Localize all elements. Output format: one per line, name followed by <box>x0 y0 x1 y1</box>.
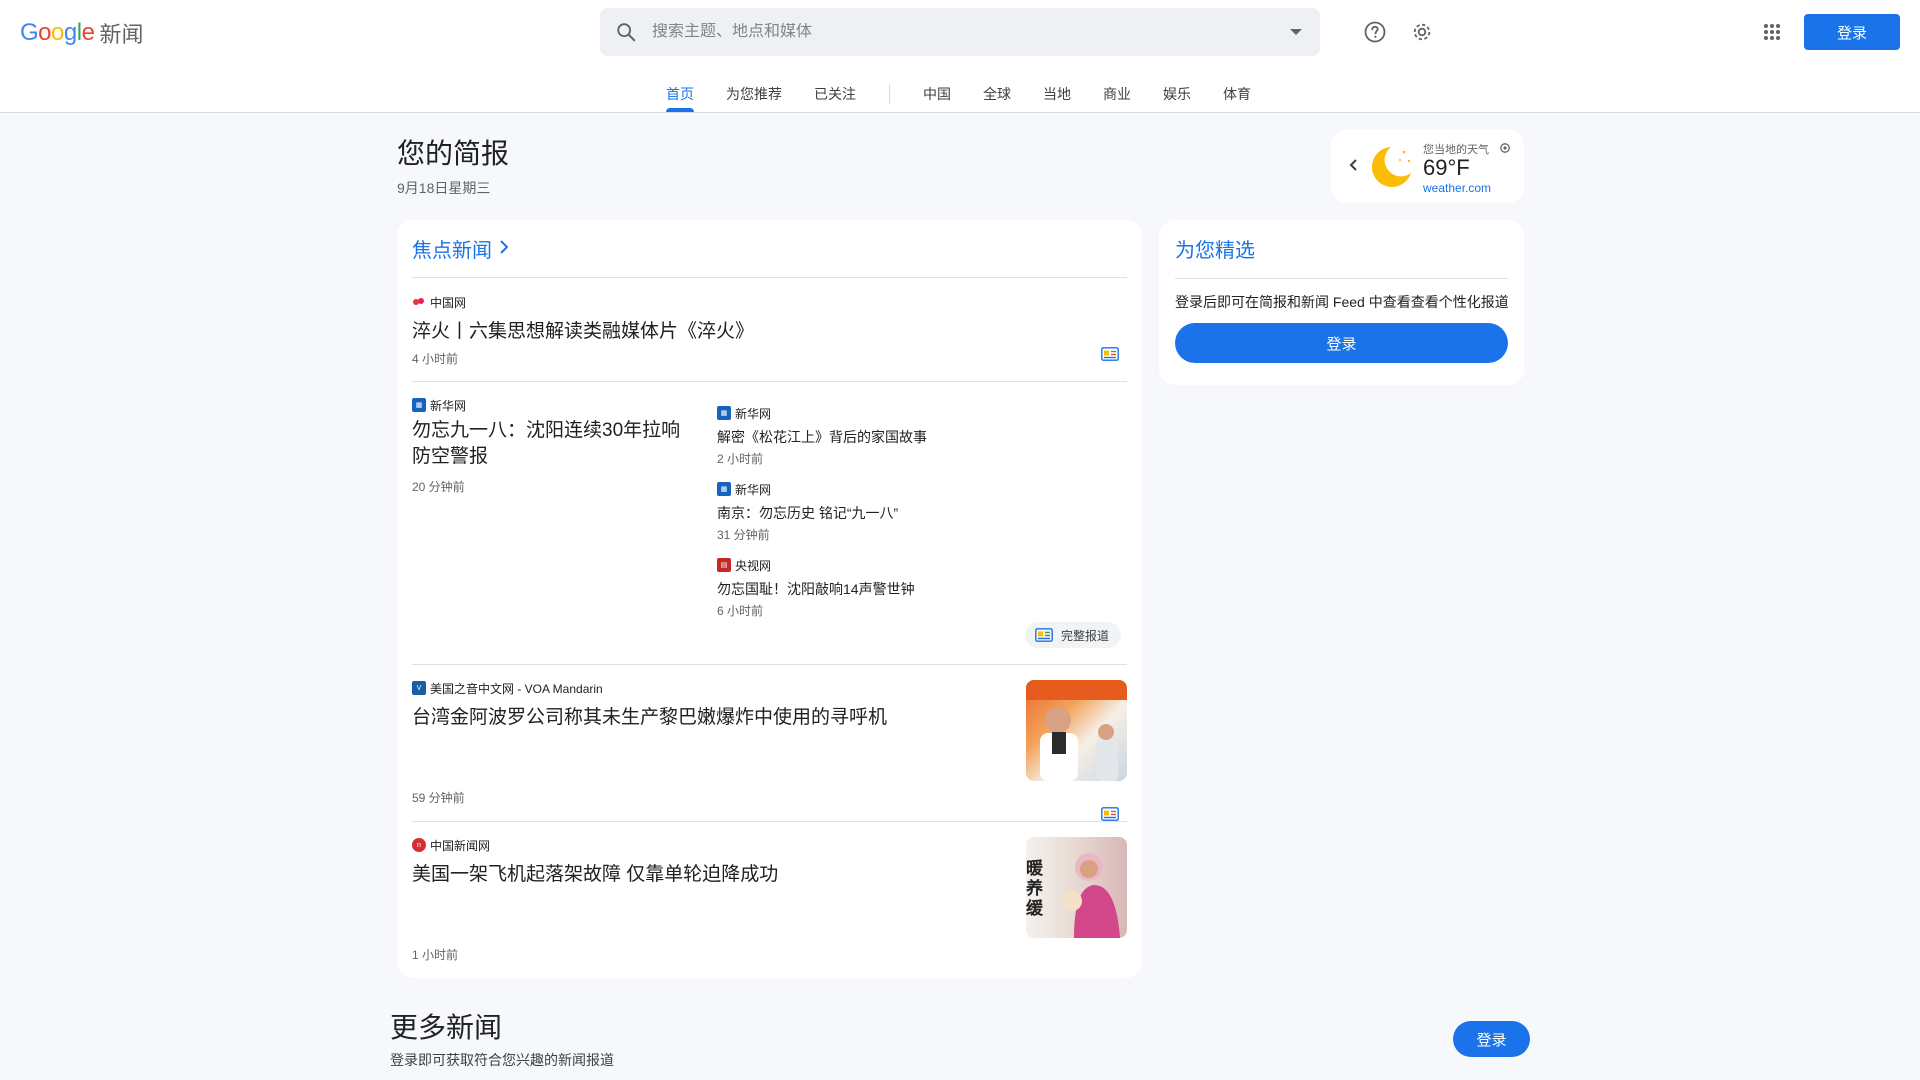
more-news-subtitle: 登录即可获取符合您兴趣的新闻报道 <box>390 1052 614 1068</box>
story-headline[interactable]: 勿忘九一八：沈阳连续30年拉响防空警报 <box>412 418 682 470</box>
story-headline[interactable]: 淬火丨六集思想解读类融媒体片《淬火》 <box>412 316 754 343</box>
thumbnail-image <box>1062 853 1120 938</box>
more-news-title: 更多新闻 <box>390 1012 503 1043</box>
full-coverage-icon[interactable] <box>1101 347 1119 366</box>
story-time: 59 分钟前 <box>412 791 465 805</box>
apps-grid-icon[interactable] <box>1756 16 1788 48</box>
divider <box>412 381 1127 382</box>
divider <box>412 664 1127 665</box>
picks-card: 为您精选 登录后即可在简报和新闻 Feed 中查看查看个性化报道 登录 <box>1159 220 1524 385</box>
logo-suffix: 新闻 <box>99 22 144 47</box>
full-coverage-button[interactable]: 完整报道 <box>1025 622 1122 648</box>
nav-tabs: 首页 为您推荐 已关注 中国 全球 当地 商业 娱乐 体育 <box>650 74 1267 112</box>
dropdown-icon[interactable] <box>1272 8 1320 56</box>
story-source[interactable]: n 中国新闻网 <box>412 837 490 853</box>
source-favicon: ▦ <box>717 406 731 420</box>
story-source[interactable]: V 美国之音中文网 - VOA Mandarin <box>412 680 603 696</box>
related-headline[interactable]: 勿忘国耻！沈阳敲响14声警世钟 <box>717 579 915 599</box>
story-source-name: 美国之音中文网 - VOA Mandarin <box>430 681 603 696</box>
source-favicon: ▦ <box>412 398 426 412</box>
search-icon[interactable] <box>600 8 652 56</box>
logo-wordmark: Google <box>20 19 95 46</box>
search-input[interactable] <box>652 23 1272 41</box>
nav-divider <box>889 84 890 104</box>
thumbnail-text: 暖 养 缓 <box>1026 859 1043 918</box>
chevron-right-icon <box>500 237 509 260</box>
story-source-name: 中国新闻网 <box>430 838 491 853</box>
weather-source-link[interactable]: weather.com <box>1423 181 1491 195</box>
tab-entertainment[interactable]: 娱乐 <box>1147 74 1207 112</box>
more-news-login-button[interactable]: 登录 <box>1453 1021 1530 1057</box>
settings-icon[interactable] <box>1406 16 1438 48</box>
related-time: 31 分钟前 <box>717 528 770 542</box>
tab-local[interactable]: 当地 <box>1027 74 1087 112</box>
moon-icon <box>1367 143 1415 196</box>
search-bar[interactable] <box>600 8 1320 56</box>
google-news-logo[interactable]: Google 新闻 <box>20 18 143 48</box>
page-title: 您的简报 <box>397 138 510 169</box>
top-stories-link[interactable]: 焦点新闻 <box>412 234 509 263</box>
full-coverage-icon <box>1035 628 1053 642</box>
tab-home[interactable]: 首页 <box>650 74 710 112</box>
source-favicon <box>412 295 426 309</box>
top-stories-title: 焦点新闻 <box>412 240 492 262</box>
top-bar: Google 新闻 登录 首页 为您推荐 已关注 中国 全球 当地 商业 娱乐 … <box>0 0 1920 113</box>
related-source[interactable]: ▦ 新华网 <box>717 481 771 497</box>
related-headline[interactable]: 解密《松花江上》背后的家国故事 <box>717 427 927 447</box>
source-favicon: ▤ <box>717 558 731 572</box>
briefing-date: 9月18日星期三 <box>397 180 491 196</box>
related-source[interactable]: ▦ 新华网 <box>717 405 771 421</box>
weather-temperature: 69°F <box>1423 155 1470 180</box>
tab-for-you[interactable]: 为您推荐 <box>710 74 798 112</box>
related-time: 2 小时前 <box>717 452 764 466</box>
full-coverage-icon[interactable] <box>1101 807 1119 826</box>
related-source-name: 新华网 <box>735 482 772 497</box>
chevron-left-icon[interactable] <box>1343 153 1363 177</box>
related-source-name: 新华网 <box>735 406 772 421</box>
story-headline[interactable]: 台湾金阿波罗公司称其未生产黎巴嫩爆炸中使用的寻呼机 <box>412 702 887 729</box>
source-favicon: ▦ <box>717 482 731 496</box>
picks-description: 登录后即可在简报和新闻 Feed 中查看查看个性化报道 <box>1175 294 1509 310</box>
tab-china[interactable]: 中国 <box>907 74 967 112</box>
story-thumbnail[interactable] <box>1026 680 1127 781</box>
weather-widget[interactable]: 您当地的天气 69°F weather.com <box>1331 129 1524 203</box>
story-source-name: 中国网 <box>430 295 467 310</box>
story-headline[interactable]: 美国一架飞机起落架故障 仅靠单轮迫降成功 <box>412 859 778 886</box>
picks-login-button[interactable]: 登录 <box>1175 323 1508 363</box>
story-thumbnail[interactable]: 暖 养 缓 <box>1026 837 1127 938</box>
top-stories-card: 焦点新闻 中国网 淬火丨六集思想解读类融媒体片《淬火》 4 小时前 ▦ 新华网 … <box>397 220 1142 978</box>
source-favicon: n <box>412 838 426 852</box>
location-icon <box>1499 141 1511 159</box>
full-coverage-label: 完整报道 <box>1061 628 1110 643</box>
divider <box>412 821 1127 822</box>
related-time: 6 小时前 <box>717 604 764 618</box>
story-time: 20 分钟前 <box>412 480 465 494</box>
story-time: 1 小时前 <box>412 948 459 962</box>
related-source-name: 央视网 <box>735 558 772 573</box>
story-time: 4 小时前 <box>412 352 459 366</box>
help-icon[interactable] <box>1359 16 1391 48</box>
story-source[interactable]: ▦ 新华网 <box>412 397 466 413</box>
tab-sports[interactable]: 体育 <box>1207 74 1267 112</box>
divider <box>412 277 1127 278</box>
tab-world[interactable]: 全球 <box>967 74 1027 112</box>
divider <box>1175 278 1508 279</box>
login-button[interactable]: 登录 <box>1804 14 1900 50</box>
source-favicon: V <box>412 681 426 695</box>
related-headline[interactable]: 南京：勿忘历史 铭记“九一八” <box>717 503 898 523</box>
tab-business[interactable]: 商业 <box>1087 74 1147 112</box>
picks-title: 为您精选 <box>1175 240 1255 262</box>
story-source[interactable]: 中国网 <box>412 294 466 310</box>
story-source-name: 新华网 <box>430 398 467 413</box>
thumbnail-image <box>1026 680 1127 781</box>
related-source[interactable]: ▤ 央视网 <box>717 557 771 573</box>
tab-following[interactable]: 已关注 <box>798 74 872 112</box>
